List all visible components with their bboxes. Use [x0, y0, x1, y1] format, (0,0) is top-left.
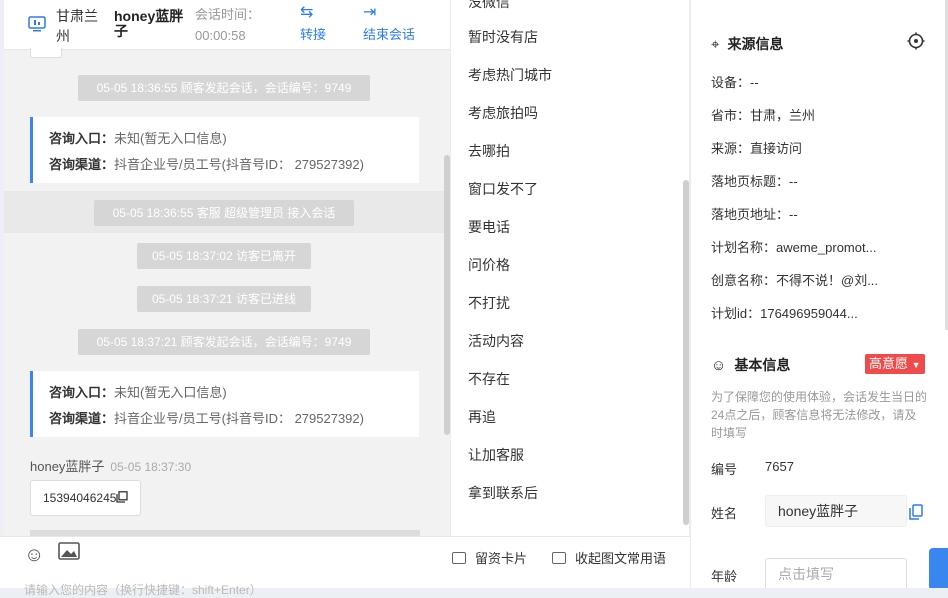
quick-reply-item[interactable]: 活动内容: [468, 331, 524, 351]
target-icon[interactable]: [907, 32, 925, 50]
creative-name-field: 创意名称：不得不说！@刘...: [711, 273, 879, 288]
floating-tool-button[interactable]: [929, 548, 948, 588]
landing-title-field: 落地页标题：--: [711, 174, 798, 189]
consult-channel: 咨询渠道：抖音企业号/员工号(抖音号ID： 279527392): [49, 411, 364, 426]
collapse-icon: [552, 552, 566, 564]
quick-reply-item[interactable]: 要电话: [468, 217, 510, 237]
message-meta: honey蓝胖子 05-05 18:37:30: [30, 456, 191, 475]
age-label: 年龄: [711, 569, 738, 584]
customer-info-panel: ⌖ 来源信息 设备：-- 省市：甘肃，兰州 来源：直接访问 落地页标题：-- 落地…: [690, 0, 948, 588]
id-label: 编号: [711, 462, 738, 477]
logout-icon: ⇥: [363, 4, 377, 21]
session-time-label: 会话时间：: [195, 7, 261, 22]
message-bubble[interactable]: 15394046245: [30, 480, 142, 516]
edit-notice: 为了保障您的使用体验，会话发生当日的24点之后，顾客信息将无法修改，请及时填写: [711, 390, 928, 440]
consult-info-card: 咨询入口：未知(暂无入口信息) 咨询渠道：抖音企业号/员工号(抖音号ID： 27…: [30, 371, 419, 437]
consult-channel: 咨询渠道：抖音企业号/员工号(抖音号ID： 279527392): [49, 157, 364, 172]
name-label: 姓名: [711, 506, 738, 521]
plan-id-field: 计划id：176496959044...: [711, 306, 858, 321]
system-message: 05-05 18:36:55 客服 超级管理员 接入会话: [94, 200, 354, 226]
session-time-value: 00:00:58: [195, 28, 246, 43]
province-field: 省市：甘肃，兰州: [711, 108, 816, 123]
quick-reply-item[interactable]: 窗口发不了: [468, 179, 538, 199]
quick-reply-item[interactable]: 问价格: [468, 255, 510, 275]
monitor-icon: [28, 16, 46, 32]
quick-reply-item[interactable]: 让加客服: [468, 445, 524, 465]
caret-down-icon: ▼: [911, 360, 921, 370]
quick-reply-item[interactable]: 不存在: [468, 369, 510, 389]
user-icon: ☺: [711, 357, 727, 374]
chat-messages[interactable]: 05-05 18:36:55 顾客发起会话，会话编号：9749 咨询入口：未知(…: [4, 48, 450, 536]
card-icon: [452, 552, 466, 564]
intent-tag-dropdown[interactable]: 高意愿 ▼: [865, 354, 925, 374]
sender-name: honey蓝胖子: [30, 459, 105, 474]
message-input[interactable]: 请输入您的内容（换行快捷键：shift+Enter）: [24, 581, 262, 598]
source-info-title: ⌖ 来源信息: [711, 36, 784, 53]
app-root: 甘肃兰州 honey蓝胖子 会话时间： 00:00:58 ⇆ 转接 ⇥ 结束会话…: [0, 0, 948, 597]
name-field[interactable]: honey蓝胖子: [765, 495, 907, 527]
consult-entry: 咨询入口：未知(暂无入口信息): [49, 131, 227, 146]
age-input[interactable]: 点击填写: [765, 558, 907, 588]
lead-card-button[interactable]: 留资卡片: [452, 548, 527, 567]
landing-url-field: 落地页地址：--: [711, 207, 798, 222]
device-field: 设备：--: [711, 75, 759, 90]
quick-reply-item[interactable]: 拿到联系后: [468, 483, 538, 503]
location-icon: ⌖: [711, 36, 720, 53]
swap-icon: ⇆: [300, 4, 314, 21]
system-message: 05-05 18:37:21 访客已进线: [137, 286, 311, 312]
message-stub: [30, 48, 62, 58]
quick-reply-item[interactable]: 去哪拍: [468, 141, 510, 161]
transfer-label: 转接: [300, 27, 327, 42]
quick-reply-item[interactable]: 再追: [468, 407, 496, 427]
collapse-phrases-button[interactable]: 收起图文常用语: [552, 548, 666, 567]
quick-reply-item[interactable]: 考虑热门城市: [468, 65, 552, 85]
system-message: 05-05 18:37:21 顾客发起会话，会话编号：9749: [78, 329, 370, 355]
quick-reply-item[interactable]: 暂时没有店: [468, 27, 538, 47]
quick-reply-scrollbar[interactable]: [683, 180, 689, 525]
image-icon[interactable]: [58, 542, 80, 560]
consult-info-card: 咨询入口：未知(暂无入口信息) 咨询渠道：抖音企业号/员工号(抖音号ID： 27…: [30, 117, 419, 183]
quick-reply-item[interactable]: 不打扰: [468, 293, 510, 313]
source-field: 来源：直接访问: [711, 141, 803, 156]
visitor-name: honey蓝胖子: [114, 8, 184, 39]
message-time: 05-05 18:37:30: [110, 460, 192, 474]
end-session-label: 结束会话: [363, 27, 416, 42]
composer: ☺ 留资卡片 收起图文常用语 请输入您的内容（换行快捷键：shift+Enter…: [0, 536, 690, 597]
copy-icon[interactable]: [116, 491, 129, 503]
message-text: 15394046245: [43, 491, 117, 505]
chat-panel: 甘肃兰州 honey蓝胖子 会话时间： 00:00:58 ⇆ 转接 ⇥ 结束会话…: [4, 0, 450, 588]
quick-reply-item[interactable]: 考虑旅拍吗: [468, 103, 538, 123]
chat-header: 甘肃兰州 honey蓝胖子 会话时间： 00:00:58 ⇆ 转接 ⇥ 结束会话: [4, 0, 450, 50]
copy-icon[interactable]: [909, 504, 923, 520]
system-message: 05-05 18:37:02 访客已离开: [137, 243, 311, 269]
plan-name-field: 计划名称：aweme_promot...: [711, 240, 877, 255]
emoji-icon[interactable]: ☺: [24, 544, 44, 567]
quick-reply-item[interactable]: 没微信: [468, 0, 510, 12]
visitor-location: 甘肃兰州: [56, 8, 98, 44]
transfer-button[interactable]: ⇆ 转接: [300, 4, 326, 43]
end-session-button[interactable]: ⇥ 结束会话: [363, 4, 415, 43]
basic-info-title: ☺ 基本信息: [711, 357, 791, 374]
consult-entry: 咨询入口：未知(暂无入口信息): [49, 385, 227, 400]
system-message: 05-05 18:36:55 顾客发起会话，会话编号：9749: [78, 75, 370, 101]
id-value: 7657: [765, 459, 794, 474]
quick-reply-panel: 没微信 暂时没有店 考虑热门城市 考虑旅拍吗 去哪拍 窗口发不了 要电话 问价格…: [450, 0, 690, 536]
